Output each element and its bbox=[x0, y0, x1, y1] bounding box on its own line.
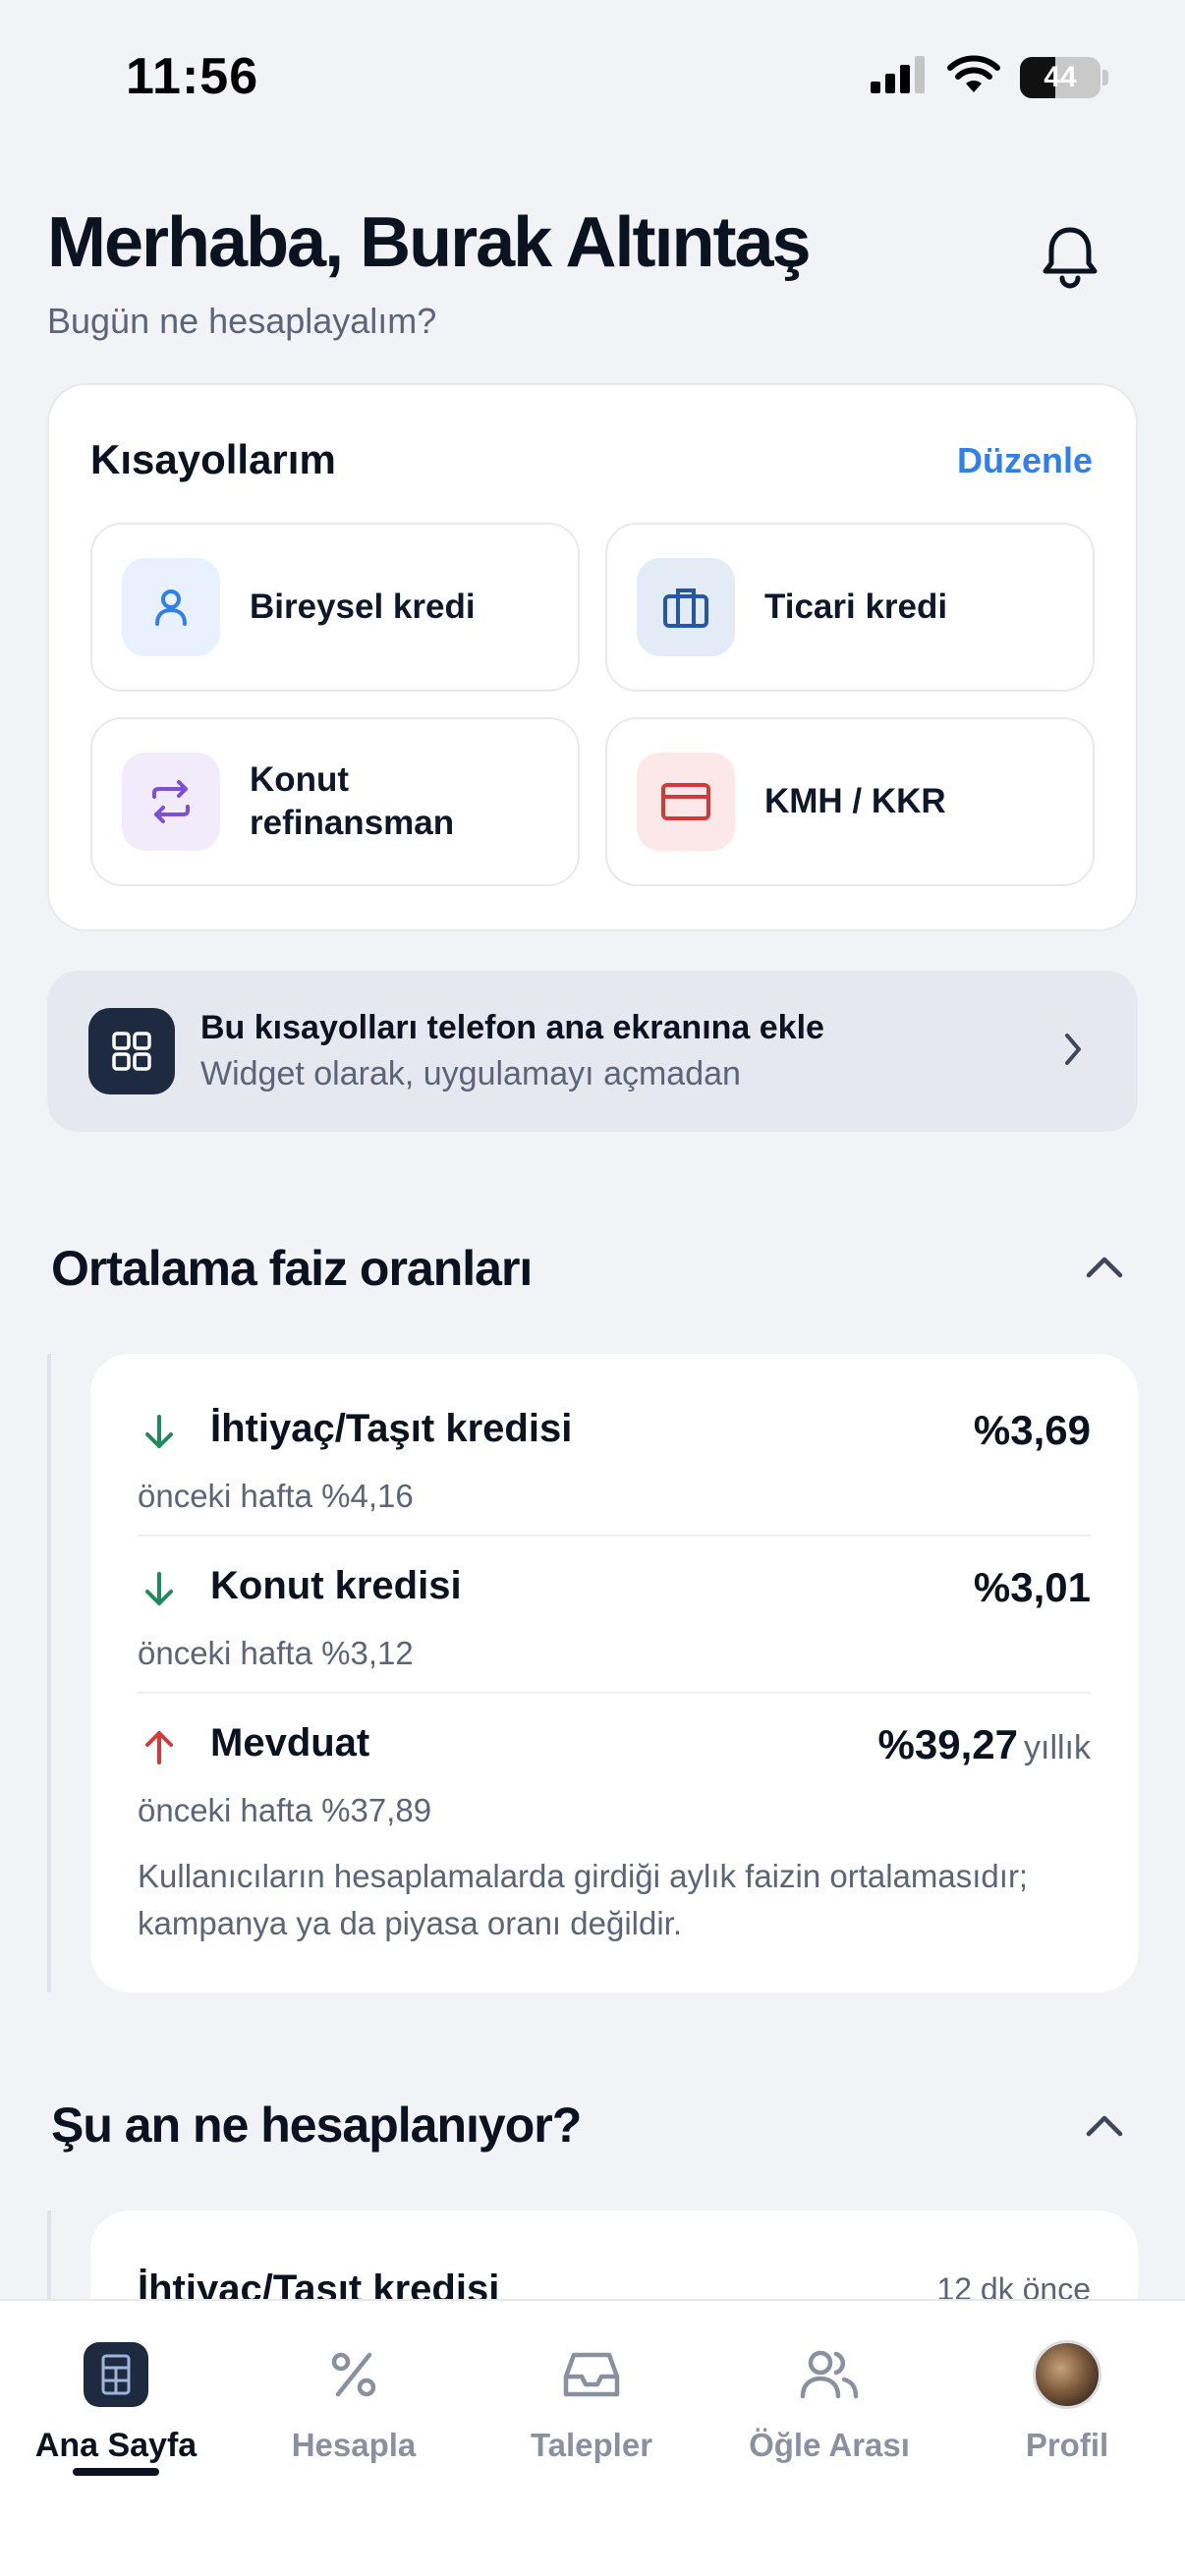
shortcut-label: Ticari kredi bbox=[764, 588, 948, 626]
rates-card: İhtiyaç/Taşıt kredisi %3,69 önceki hafta… bbox=[90, 1354, 1138, 1992]
arrow-down-icon bbox=[138, 1568, 181, 1611]
swap-arrows-icon bbox=[122, 753, 220, 851]
divider bbox=[138, 1692, 1091, 1694]
rate-row-personal: İhtiyaç/Taşıt kredisi %3,69 önceki hafta… bbox=[138, 1407, 1091, 1515]
home-app-icon bbox=[82, 2340, 150, 2409]
shortcut-label: Bireysel kredi bbox=[250, 588, 476, 626]
shortcut-label: KMH / KKR bbox=[764, 782, 946, 820]
chevron-right-icon bbox=[1059, 1028, 1087, 1076]
collapse-activity-chevron-up-icon[interactable] bbox=[1081, 2108, 1128, 2147]
collapse-rates-chevron-up-icon[interactable] bbox=[1081, 1250, 1128, 1288]
activity-section-title: Şu an ne hesaplanıyor? bbox=[51, 2098, 582, 2153]
avatar bbox=[1033, 2340, 1101, 2409]
shortcuts-card: Kısayollarım Düzenle Bireysel kredi Tica… bbox=[47, 383, 1138, 931]
shortcut-commercial-loan[interactable]: Ticari kredi bbox=[605, 523, 1095, 692]
rate-previous: önceki hafta %4,16 bbox=[138, 1478, 414, 1514]
nav-label: Öğle Arası bbox=[749, 2427, 910, 2463]
rate-value: %3,69 bbox=[973, 1407, 1091, 1453]
widget-banner-title: Bu kısayolları telefon ana ekranına ekle bbox=[200, 1009, 824, 1046]
shortcut-personal-loan[interactable]: Bireysel kredi bbox=[90, 523, 580, 692]
user-icon bbox=[122, 558, 220, 656]
active-tab-indicator bbox=[73, 2468, 159, 2476]
nav-label: Profil bbox=[1025, 2427, 1109, 2463]
edit-shortcuts-button[interactable]: Düzenle bbox=[957, 440, 1093, 481]
users-icon bbox=[795, 2340, 864, 2409]
rate-row-deposit: Mevduat %39,27 yıllık önceki hafta %37,89 bbox=[138, 1721, 1091, 1829]
battery-icon: 44 bbox=[1020, 56, 1100, 98]
percent-icon bbox=[319, 2340, 388, 2409]
battery-cap bbox=[1102, 69, 1108, 85]
rate-name: İhtiyaç/Taşıt kredisi bbox=[210, 1407, 573, 1450]
rates-note: Kullanıcıların hesaplamalarda girdiği ay… bbox=[138, 1858, 1029, 1941]
bottom-navigation: Ana Sayfa Hesapla Talepler Öğle Arası Pr… bbox=[0, 2299, 1185, 2576]
briefcase-icon bbox=[637, 558, 735, 656]
nav-profile[interactable]: Profil bbox=[959, 2340, 1175, 2464]
inbox-icon bbox=[557, 2340, 626, 2409]
shortcut-overdraft[interactable]: KMH / KKR bbox=[605, 717, 1095, 886]
widget-banner-subtitle: Widget olarak, uygulamayı açmadan bbox=[200, 1055, 741, 1092]
notifications-bell-icon[interactable] bbox=[1034, 220, 1106, 293]
nav-home[interactable]: Ana Sayfa bbox=[8, 2340, 224, 2465]
wifi-icon bbox=[947, 55, 1000, 99]
rates-section-title: Ortalama faiz oranları bbox=[51, 1241, 533, 1296]
nav-label: Ana Sayfa bbox=[34, 2427, 198, 2464]
status-bar: 11:56 44 bbox=[0, 0, 1185, 157]
status-icons: 44 bbox=[871, 55, 1108, 99]
rate-name: Konut kredisi bbox=[210, 1564, 462, 1607]
rate-previous: önceki hafta %37,89 bbox=[138, 1792, 432, 1828]
greeting-title: Merhaba, Burak Altıntaş bbox=[47, 203, 812, 282]
arrow-down-icon bbox=[138, 1411, 181, 1454]
shortcut-mortgage-refinance[interactable]: Konut refinansman bbox=[90, 717, 580, 886]
section-rule bbox=[47, 1354, 51, 1992]
nav-lunch-break[interactable]: Öğle Arası bbox=[721, 2340, 937, 2464]
credit-card-icon bbox=[637, 753, 735, 851]
cellular-signal-icon bbox=[871, 56, 928, 98]
rate-unit: yıllık bbox=[1024, 1729, 1091, 1766]
greeting-subtitle: Bugün ne hesaplayalım? bbox=[47, 301, 437, 341]
shortcuts-title: Kısayollarım bbox=[90, 436, 336, 482]
battery-level: 44 bbox=[1044, 60, 1077, 93]
divider bbox=[138, 1535, 1091, 1537]
status-time: 11:56 bbox=[126, 48, 259, 105]
widget-grid-icon bbox=[88, 1008, 175, 1094]
rate-value: %3,01 bbox=[973, 1564, 1091, 1610]
nav-label: Talepler bbox=[530, 2427, 653, 2463]
arrow-up-icon bbox=[138, 1725, 181, 1768]
nav-requests[interactable]: Talepler bbox=[483, 2340, 700, 2464]
nav-label: Hesapla bbox=[291, 2427, 417, 2463]
nav-calculate[interactable]: Hesapla bbox=[246, 2340, 462, 2464]
shortcut-label: Konut refinansman bbox=[250, 760, 455, 842]
rate-previous: önceki hafta %3,12 bbox=[138, 1635, 414, 1671]
rate-row-mortgage: Konut kredisi %3,01 önceki hafta %3,12 bbox=[138, 1564, 1091, 1672]
rate-name: Mevduat bbox=[210, 1721, 370, 1764]
rate-value: %39,27 yıllık bbox=[877, 1721, 1091, 1767]
home-screen: 11:56 44 Merhaba, Burak Altıntaş Bugün n… bbox=[0, 0, 1185, 2576]
add-widget-banner[interactable]: Bu kısayolları telefon ana ekranına ekle… bbox=[47, 971, 1138, 1132]
